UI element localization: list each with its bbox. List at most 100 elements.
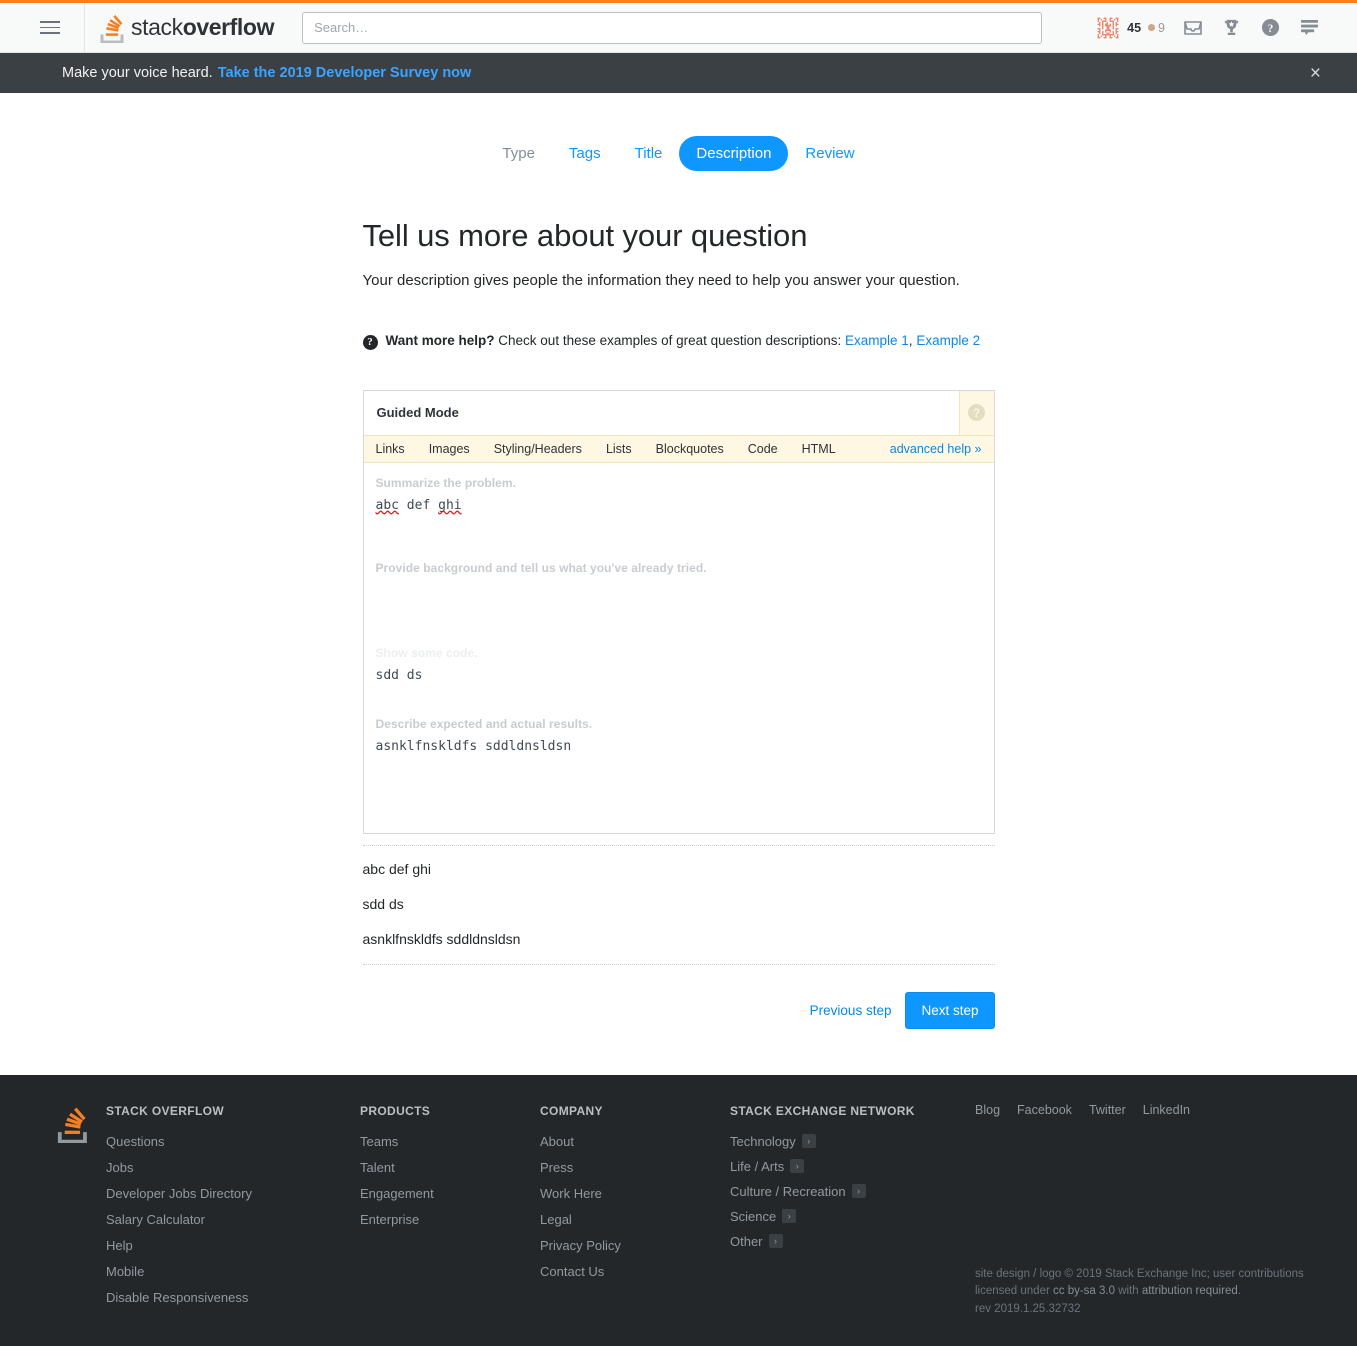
survey-banner-link[interactable]: Take the 2019 Developer Survey now (218, 65, 472, 81)
step-tab-tags[interactable]: Tags (552, 136, 618, 171)
footer-link-enterprise[interactable]: Enterprise (360, 1212, 540, 1227)
toolbar-lists[interactable]: Lists (606, 442, 632, 456)
footer-link-work-here[interactable]: Work Here (540, 1186, 730, 1201)
footer-logo[interactable] (56, 1101, 106, 1316)
chevron-right-icon[interactable]: › (790, 1159, 805, 1174)
footer-link-salary-calculator[interactable]: Salary Calculator (106, 1212, 360, 1227)
user-profile-link[interactable]: 45 9 (1088, 9, 1173, 47)
toolbar-blockquotes[interactable]: Blockquotes (656, 442, 724, 456)
license-link[interactable]: cc by-sa 3.0 (1053, 1285, 1115, 1297)
network-label-culture-recreation[interactable]: Culture / Recreation (730, 1184, 846, 1199)
footer-link-disable-responsiveness[interactable]: Disable Responsiveness (106, 1290, 360, 1305)
social-link-twitter[interactable]: Twitter (1089, 1103, 1126, 1117)
advanced-help-link[interactable]: advanced help » (890, 442, 982, 456)
social-link-facebook[interactable]: Facebook (1017, 1103, 1072, 1117)
network-item-other[interactable]: Other › (730, 1234, 958, 1249)
developer-survey-banner: Make your voice heard. Take the 2019 Dev… (0, 53, 1357, 93)
step-tab-review[interactable]: Review (788, 136, 871, 171)
footer-link-help[interactable]: Help (106, 1238, 360, 1253)
bronze-badge-icon (1148, 24, 1156, 31)
search-bar[interactable] (302, 11, 1043, 44)
footer-link-mobile[interactable]: Mobile (106, 1264, 360, 1279)
example-1-link[interactable]: Example 1 (845, 333, 909, 348)
site-switcher-icon[interactable] (1290, 9, 1329, 47)
footer-link-press[interactable]: Press (540, 1160, 730, 1175)
hamburger-line (40, 21, 60, 23)
step-tab-description[interactable]: Description (679, 136, 789, 171)
chevron-right-icon[interactable]: › (851, 1184, 866, 1199)
chevron-right-icon[interactable]: › (768, 1234, 783, 1249)
chevron-right-icon[interactable]: › (782, 1209, 797, 1224)
network-label-science[interactable]: Science (730, 1209, 776, 1224)
wizard-actions: Previous step Next step (363, 992, 995, 1075)
step-tab-type[interactable]: Type (485, 136, 552, 171)
reputation-count: 45 (1127, 20, 1142, 35)
network-item-technology[interactable]: Technology › (730, 1134, 958, 1149)
footer-link-about[interactable]: About (540, 1134, 730, 1149)
copyright-line-c: . (1237, 1285, 1241, 1298)
example-2-link[interactable]: Example 2 (916, 333, 980, 348)
guided-hint-summarize: Summarize the problem. (375, 475, 516, 490)
network-item-science[interactable]: Science › (730, 1209, 958, 1224)
toolbar-code[interactable]: Code (748, 442, 778, 456)
network-item-life-arts[interactable]: Life / Arts › (730, 1159, 958, 1174)
markdown-preview: abc def ghi sdd ds asnklfnskldfs sddldns… (362, 844, 995, 966)
editor-header: Guided Mode ? (363, 390, 994, 435)
editor-help-tab[interactable]: ? (958, 390, 994, 435)
network-label-other[interactable]: Other (730, 1234, 763, 1249)
toolbar-styling-headers[interactable]: Styling/Headers (494, 442, 582, 456)
logo-text-stack: stack (131, 14, 183, 40)
search-input[interactable] (312, 19, 1033, 36)
page-title: Tell us more about your question (362, 218, 808, 253)
network-label-life-arts[interactable]: Life / Arts (730, 1159, 784, 1174)
guided-value-code[interactable]: sdd ds (376, 668, 423, 683)
inbox-icon[interactable] (1173, 9, 1212, 47)
footer-link-teams[interactable]: Teams (360, 1134, 540, 1149)
social-link-blog[interactable]: Blog (975, 1103, 1000, 1117)
footer-link-questions[interactable]: Questions (106, 1134, 360, 1149)
help-circle-icon[interactable]: ? (1251, 9, 1290, 47)
stack-overflow-logo-link[interactable]: stackoverflow (85, 3, 286, 53)
guided-value-results[interactable]: asnklfnskldfs sddldnsldsn (376, 739, 572, 754)
next-step-button[interactable]: Next step (905, 992, 995, 1030)
close-icon[interactable]: × (1302, 58, 1329, 89)
footer-link-developer-jobs-directory[interactable]: Developer Jobs Directory (106, 1186, 360, 1201)
guided-hint-results: Describe expected and actual results. (375, 716, 593, 731)
guided-section-summarize[interactable]: Summarize the problem. abc def ghi (376, 476, 982, 558)
more-help-strong: Want more help? (385, 332, 495, 348)
guided-section-background[interactable]: Provide background and tell us what you'… (376, 561, 982, 643)
footer-heading-products: PRODUCTS (360, 1104, 431, 1119)
preview-paragraph: abc def ghi (362, 860, 432, 877)
hamburger-menu-icon[interactable] (32, 11, 68, 45)
help-separator: , (908, 332, 913, 348)
social-link-linkedin[interactable]: LinkedIn (1143, 1103, 1190, 1117)
toolbar-images[interactable]: Images (429, 442, 470, 456)
network-label-technology[interactable]: Technology (730, 1134, 796, 1149)
footer-link-jobs[interactable]: Jobs (106, 1160, 360, 1175)
editor-textarea[interactable]: Summarize the problem. abc def ghi Provi… (363, 462, 994, 833)
revision-text: rev 2019.1.25.32732 (975, 1302, 1081, 1315)
footer-link-talent[interactable]: Talent (360, 1160, 540, 1175)
step-tab-title[interactable]: Title (618, 136, 680, 171)
footer-link-engagement[interactable]: Engagement (360, 1186, 540, 1201)
preview-paragraph: sdd ds (362, 895, 404, 912)
footer-link-legal[interactable]: Legal (540, 1212, 730, 1227)
question-mark-circle-icon: ? (362, 334, 378, 350)
help-question-icon: ? (968, 404, 985, 422)
misspelled-word: abc (375, 497, 399, 513)
footer-link-contact-us[interactable]: Contact Us (540, 1264, 730, 1279)
guided-value-summarize[interactable]: abc def ghi (376, 498, 462, 513)
network-item-culture-recreation[interactable]: Culture / Recreation › (730, 1184, 958, 1199)
previous-step-button[interactable]: Previous step (804, 995, 898, 1026)
social-links: Blog Facebook Twitter LinkedIn (975, 1103, 1305, 1117)
achievements-trophy-icon[interactable] (1212, 9, 1251, 47)
chevron-right-icon[interactable]: › (801, 1134, 816, 1149)
attribution-link[interactable]: attribution required (1142, 1285, 1238, 1297)
guided-section-code[interactable]: Show some code. sdd ds (376, 646, 982, 714)
footer-link-privacy-policy[interactable]: Privacy Policy (540, 1238, 730, 1253)
toolbar-links[interactable]: Links (376, 442, 405, 456)
toolbar-html[interactable]: HTML (802, 442, 836, 456)
copyright-block: site design / logo © 2019 Stack Exchange… (975, 1266, 1305, 1318)
guided-section-results[interactable]: Describe expected and actual results. as… (376, 717, 982, 799)
logo-text-overflow: overflow (182, 14, 275, 40)
